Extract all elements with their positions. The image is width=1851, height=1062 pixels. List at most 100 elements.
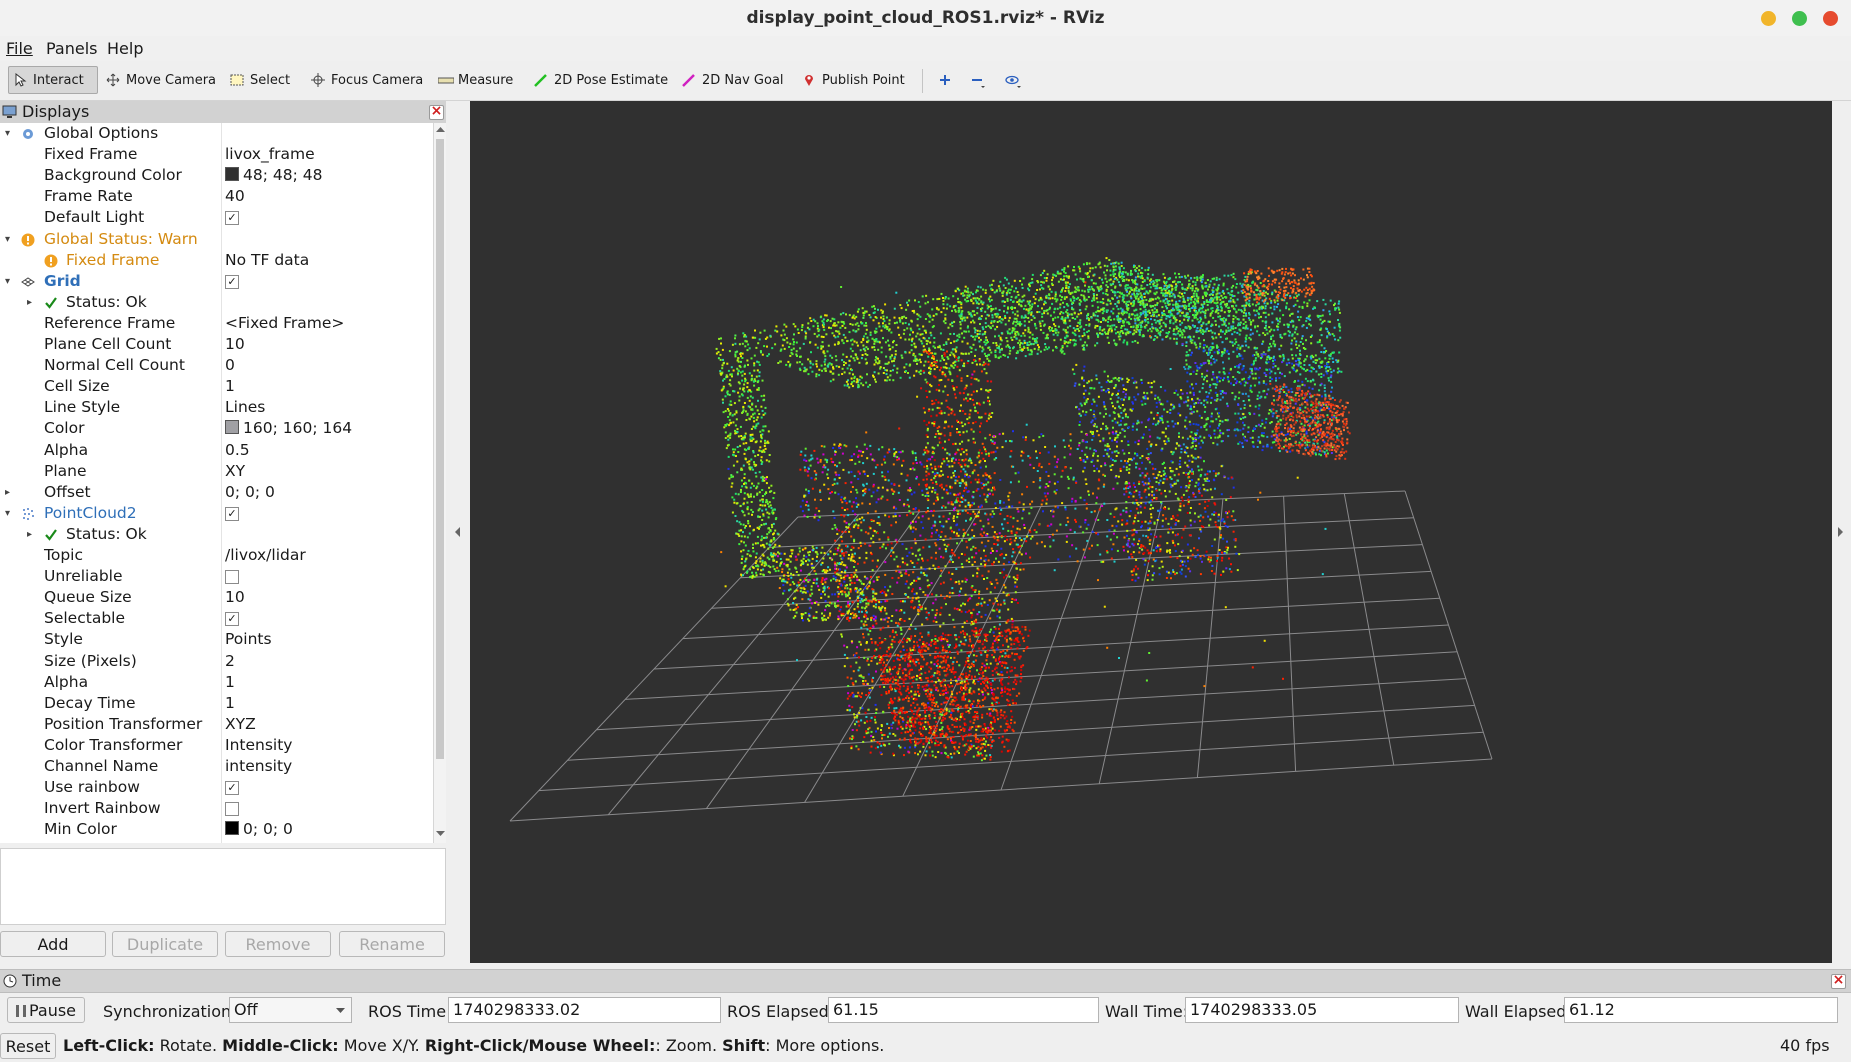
pause-button[interactable]: Pause — [7, 997, 85, 1023]
tree-value[interactable]: 1 — [225, 672, 235, 693]
tree-row-unreliable[interactable]: Unreliable — [0, 566, 433, 587]
tree-row-queue-size[interactable]: Queue Size 10 — [0, 587, 433, 608]
tree-row-grid-color[interactable]: Color 160; 160; 164 — [0, 418, 433, 439]
scrollbar-thumb[interactable] — [436, 139, 444, 759]
tree-value[interactable]: Points — [225, 629, 272, 650]
tree-value[interactable]: 1 — [225, 693, 235, 714]
expand-down-icon[interactable]: ▾ — [5, 123, 10, 144]
view-tool-button[interactable] — [1000, 66, 1028, 94]
collapse-left-icon[interactable] — [455, 527, 461, 537]
menu-file[interactable]: File — [6, 39, 33, 58]
tree-value[interactable]: No TF data — [225, 250, 309, 271]
tool-2d-nav-goal[interactable]: 2D Nav Goal — [678, 66, 788, 94]
tree-row-line-style[interactable]: Line Style Lines — [0, 397, 433, 418]
ros-elapsed-field[interactable]: 61.15 — [828, 997, 1099, 1023]
minimize-button[interactable] — [1761, 11, 1776, 26]
menu-panels[interactable]: Panels — [46, 39, 98, 58]
tree-row-pointcloud2[interactable]: ▾ PointCloud2 ✓ — [0, 503, 433, 524]
tree-row-offset[interactable]: ▸ Offset 0; 0; 0 — [0, 482, 433, 503]
checkbox-checked[interactable]: ✓ — [225, 781, 239, 796]
tree-row-grid[interactable]: ▾ Grid ✓ — [0, 271, 433, 292]
tree-value[interactable]: 48; 48; 48 — [225, 165, 322, 186]
tree-row-channel-name[interactable]: Channel Name intensity — [0, 756, 433, 777]
checkbox-unchecked[interactable] — [225, 570, 239, 585]
tool-interact[interactable]: Interact — [8, 66, 98, 94]
tree-value[interactable]: 2 — [225, 651, 235, 672]
tree-value[interactable]: 40 — [225, 186, 245, 207]
reset-button[interactable]: Reset — [0, 1033, 56, 1059]
tree-value[interactable]: XYZ — [225, 714, 256, 735]
checkbox-checked[interactable]: ✓ — [225, 612, 239, 627]
tool-select[interactable]: Select — [226, 66, 294, 94]
tree-row-frame-rate[interactable]: Frame Rate 40 — [0, 186, 433, 207]
tree-row-decay-time[interactable]: Decay Time 1 — [0, 693, 433, 714]
expand-down-icon[interactable]: ▾ — [5, 503, 10, 524]
add-button[interactable]: Add — [0, 931, 106, 957]
close-time-icon[interactable] — [1831, 972, 1846, 989]
tree-row-normal-cell-count[interactable]: Normal Cell Count 0 — [0, 355, 433, 376]
panel-splitter[interactable] — [446, 101, 470, 963]
tree-row-background-color[interactable]: Background Color 48; 48; 48 — [0, 165, 433, 186]
tree-row-plane-cell-count[interactable]: Plane Cell Count 10 — [0, 334, 433, 355]
tree-row-global-options[interactable]: ▾ Global Options — [0, 123, 433, 144]
tree-value[interactable]: 0; 0; 0 — [225, 819, 293, 840]
checkbox-checked[interactable]: ✓ — [225, 274, 239, 289]
tree-row-pointcloud-status[interactable]: ▸ Status: Ok — [0, 524, 433, 545]
tree-value[interactable]: 0; 0; 0 — [225, 482, 275, 503]
tree-value[interactable]: 0.5 — [225, 440, 250, 461]
tree-row-use-rainbow[interactable]: Use rainbow ✓ — [0, 777, 433, 798]
sync-select[interactable]: Off — [229, 997, 352, 1023]
wall-time-field[interactable]: 1740298333.05 — [1185, 997, 1459, 1023]
ros-time-field[interactable]: 1740298333.02 — [448, 997, 721, 1023]
scroll-up-icon[interactable] — [436, 126, 445, 133]
close-displays-icon[interactable] — [429, 103, 444, 120]
tree-row-fixed-frame-status[interactable]: Fixed Frame No TF data — [0, 250, 433, 271]
maximize-button[interactable] — [1792, 11, 1807, 26]
displays-scrollbar[interactable] — [433, 123, 447, 843]
expand-down-icon[interactable]: ▾ — [5, 229, 10, 250]
wall-elapsed-field[interactable]: 61.12 — [1564, 997, 1838, 1023]
tree-row-topic[interactable]: Topic/livox/lidar — [0, 545, 433, 566]
right-collapse-strip[interactable] — [1832, 101, 1851, 963]
tree-row-global-status[interactable]: ▾ Global Status: Warn — [0, 229, 433, 250]
tree-value[interactable]: intensity — [225, 756, 292, 777]
rename-button[interactable]: Rename — [339, 931, 445, 957]
checkbox-unchecked[interactable] — [225, 802, 239, 817]
tree-value[interactable]: 0 — [225, 355, 235, 376]
tree-row-style[interactable]: Style Points — [0, 629, 433, 650]
tree-value[interactable]: 1 — [225, 376, 235, 397]
tree-value[interactable]: 160; 160; 164 — [225, 418, 352, 439]
tool-publish-point[interactable]: Publish Point — [798, 66, 909, 94]
tree-row-reference-frame[interactable]: Reference Frame <Fixed Frame> — [0, 313, 433, 334]
tree-value[interactable]: 10 — [225, 587, 245, 608]
tree-row-invert-rainbow[interactable]: Invert Rainbow — [0, 798, 433, 819]
expand-right-icon[interactable]: ▸ — [5, 482, 10, 503]
tree-value[interactable]: 10 — [225, 334, 245, 355]
tree-value[interactable]: /livox/lidar — [225, 545, 306, 566]
collapse-right-icon[interactable] — [1838, 527, 1844, 537]
expand-right-icon[interactable]: ▸ — [27, 524, 32, 545]
tree-row-color-transformer[interactable]: Color Transformer Intensity — [0, 735, 433, 756]
scroll-down-icon[interactable] — [436, 830, 445, 837]
expand-down-icon[interactable]: ▾ — [5, 271, 10, 292]
tool-move-camera[interactable]: Move Camera — [102, 66, 220, 94]
tree-value[interactable]: Intensity — [225, 735, 292, 756]
remove-button[interactable]: Remove — [225, 931, 331, 957]
tree-row-position-transformer[interactable]: Position Transformer XYZ — [0, 714, 433, 735]
checkbox-checked[interactable]: ✓ — [225, 211, 239, 226]
tree-row-plane[interactable]: Plane XY — [0, 461, 433, 482]
remove-tool-button[interactable] — [966, 66, 994, 94]
tool-measure[interactable]: Measure — [434, 66, 517, 94]
tree-value[interactable]: <Fixed Frame> — [225, 313, 344, 334]
close-button[interactable] — [1823, 11, 1838, 26]
tree-row-pc-alpha[interactable]: Alpha 1 — [0, 672, 433, 693]
tool-focus-camera[interactable]: Focus Camera — [307, 66, 427, 94]
tree-row-default-light[interactable]: Default Light ✓ — [0, 207, 433, 228]
render-viewport-3d[interactable] — [470, 101, 1832, 963]
tree-row-cell-size[interactable]: Cell Size 1 — [0, 376, 433, 397]
tree-row-size-pixels[interactable]: Size (Pixels) 2 — [0, 651, 433, 672]
tree-row-grid-alpha[interactable]: Alpha 0.5 — [0, 440, 433, 461]
menu-help[interactable]: Help — [107, 39, 143, 58]
tree-row-selectable[interactable]: Selectable ✓ — [0, 608, 433, 629]
tree-row-min-color[interactable]: Min Color 0; 0; 0 — [0, 819, 433, 840]
